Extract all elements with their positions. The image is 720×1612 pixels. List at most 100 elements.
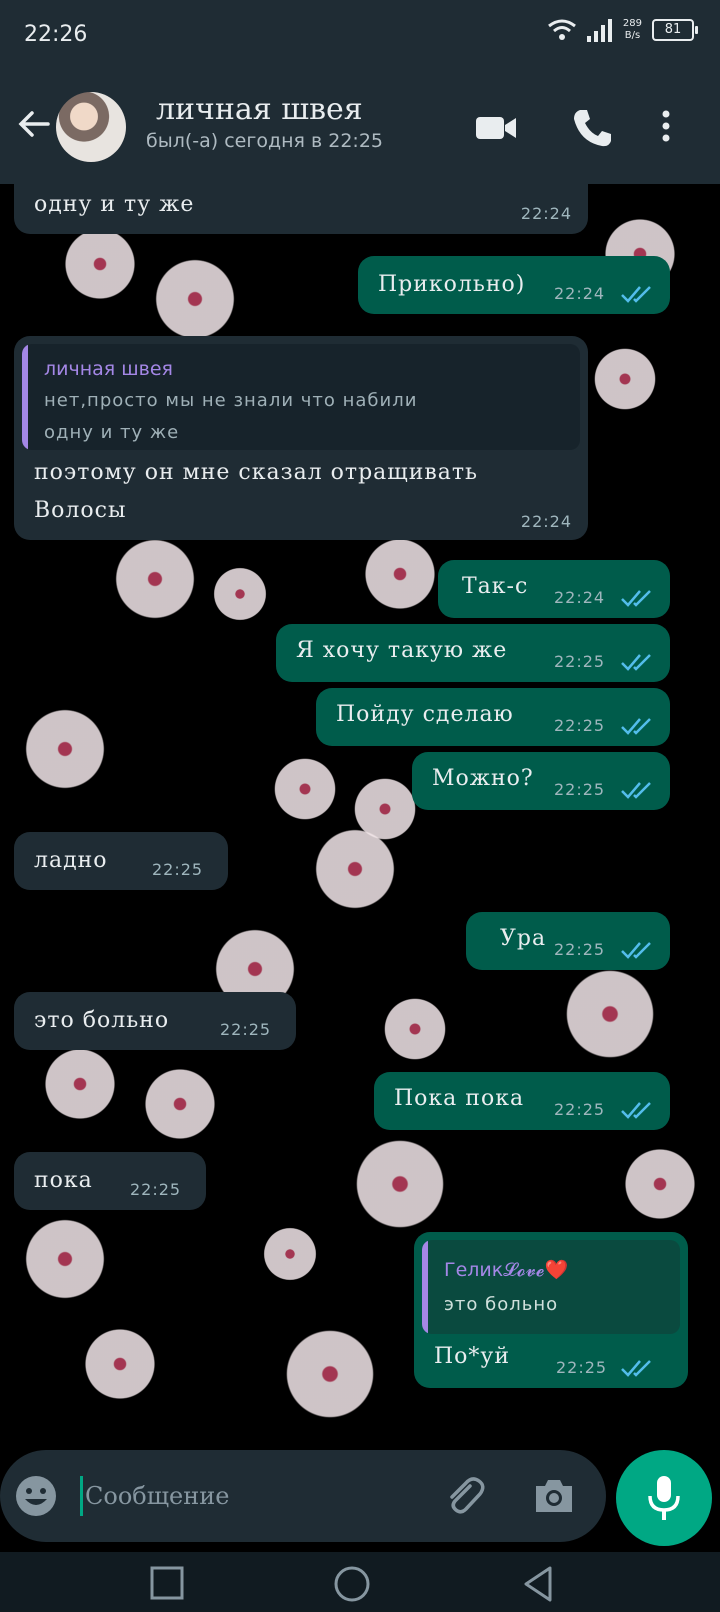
message-time: 22:25 — [220, 1020, 272, 1039]
wallpaper-flower — [20, 704, 110, 794]
video-call-icon[interactable] — [474, 106, 518, 150]
read-ticks-icon — [621, 942, 651, 959]
message-text: Пойду сделаю — [336, 702, 514, 727]
wallpaper-flower — [270, 754, 340, 824]
status-icons: 289 B/s 81 — [547, 18, 698, 42]
contact-last-seen[interactable]: был(-а) сегодня в 22:25 — [146, 130, 383, 152]
message-time: 22:25 — [554, 780, 606, 799]
more-options-icon[interactable] — [656, 106, 676, 150]
message-text: Можно? — [432, 766, 534, 791]
read-ticks-icon — [621, 1102, 651, 1119]
wallpaper-flower — [280, 1324, 380, 1424]
voice-call-icon[interactable] — [570, 106, 614, 150]
wallpaper-flower — [40, 1044, 120, 1124]
message-input[interactable] — [80, 1476, 410, 1516]
message-time: 22:25 — [556, 1358, 608, 1377]
message-time: 22:24 — [520, 512, 572, 531]
back-arrow-icon[interactable] — [14, 104, 54, 144]
wallpaper-flower — [260, 1224, 320, 1284]
message-text: ладно — [34, 848, 108, 873]
quote-accent-bar — [22, 344, 28, 450]
wallpaper-flower — [20, 1214, 110, 1304]
message-time: 22:25 — [152, 860, 204, 879]
wallpaper-flower — [590, 344, 660, 414]
emoji-icon[interactable] — [14, 1474, 58, 1518]
compose-field[interactable] — [0, 1450, 606, 1542]
read-ticks-icon — [621, 1360, 651, 1377]
read-ticks-icon — [621, 654, 651, 671]
contact-avatar[interactable] — [56, 92, 126, 162]
message-time: 22:24 — [520, 204, 572, 223]
wallpaper-flower — [80, 1324, 160, 1404]
message-text: Так-с — [462, 574, 529, 599]
message-incoming[interactable]: пока 22:25 — [14, 1152, 206, 1210]
contact-name[interactable]: личная швея — [156, 92, 363, 127]
chat-area[interactable]: одну и ту же 22:24 Прикольно) 22:24 личн… — [0, 184, 720, 1450]
message-time: 22:25 — [554, 716, 606, 735]
message-time: 22:25 — [554, 652, 606, 671]
wallpaper-flower — [380, 994, 450, 1064]
read-ticks-icon — [621, 782, 651, 799]
message-text: пока — [34, 1168, 93, 1193]
message-text: По*уй — [434, 1344, 511, 1369]
message-text: Пока пока — [394, 1086, 525, 1111]
message-text: Прикольно) — [378, 272, 526, 297]
message-outgoing[interactable]: Пойду сделаю 22:25 — [316, 688, 670, 746]
message-incoming[interactable]: это больно 22:25 — [14, 992, 296, 1050]
message-incoming-reply[interactable]: личная швея нет,просто мы не знали что н… — [14, 336, 588, 540]
quote-author: личная швея — [44, 358, 173, 380]
message-text: Ура — [500, 926, 547, 951]
read-ticks-icon — [621, 286, 651, 303]
read-ticks-icon — [621, 718, 651, 735]
signal-icon — [586, 19, 612, 42]
voice-record-button[interactable] — [616, 1450, 712, 1546]
quote-text: нет,просто мы не знали что набили — [44, 390, 418, 411]
read-ticks-icon — [621, 590, 651, 607]
message-outgoing[interactable]: Ура 22:25 — [466, 912, 670, 970]
message-outgoing[interactable]: Прикольно) 22:24 — [358, 256, 670, 314]
message-time: 22:25 — [554, 1100, 606, 1119]
message-outgoing[interactable]: Пока пока 22:25 — [374, 1072, 670, 1130]
message-outgoing-reply[interactable]: Гелик𝓛𝓸𝓿𝓮❤️ это больно По*уй 22:25 — [414, 1232, 688, 1388]
camera-icon[interactable] — [532, 1474, 576, 1518]
speed-value: 289 — [622, 18, 642, 29]
wallpaper-flower — [150, 254, 240, 344]
status-time: 22:26 — [24, 22, 88, 47]
quoted-message[interactable]: личная швея нет,просто мы не знали что н… — [22, 344, 580, 450]
message-text: одну и ту же — [34, 192, 195, 217]
message-text: Я хочу такую же — [296, 638, 508, 663]
wallpaper-flower — [620, 1144, 700, 1224]
message-time: 22:24 — [554, 284, 606, 303]
chat-header: личная швея был(-а) сегодня в 22:25 — [0, 72, 720, 184]
message-text: это больно — [34, 1008, 170, 1033]
message-outgoing[interactable]: Я хочу такую же 22:25 — [276, 624, 670, 682]
status-bar: 22:26 289 B/s 81 — [0, 0, 720, 72]
wallpaper-flower — [350, 1134, 450, 1234]
compose-bar — [0, 1450, 720, 1550]
message-time: 22:25 — [554, 940, 606, 959]
message-text: поэтому он мне сказал отращивать — [34, 460, 479, 485]
message-incoming[interactable]: одну и ту же 22:24 — [14, 184, 588, 234]
quote-text: это больно — [444, 1294, 559, 1315]
quote-author: Гелик𝓛𝓸𝓿𝓮❤️ — [444, 1259, 569, 1281]
wallpaper-flower — [210, 564, 270, 624]
quoted-message[interactable]: Гелик𝓛𝓸𝓿𝓮❤️ это больно — [422, 1240, 680, 1334]
message-time: 22:25 — [130, 1180, 182, 1199]
microphone-icon — [648, 1476, 680, 1520]
wallpaper-flower — [360, 534, 440, 614]
wallpaper-flower — [310, 824, 400, 914]
speed-unit: B/s — [624, 30, 641, 41]
wifi-icon — [547, 19, 576, 40]
home-icon[interactable] — [332, 1564, 372, 1604]
system-nav-bar — [0, 1552, 720, 1612]
message-outgoing[interactable]: Так-с 22:24 — [438, 560, 670, 618]
paperclip-icon[interactable] — [440, 1472, 488, 1520]
recent-apps-icon[interactable] — [148, 1564, 188, 1604]
message-outgoing[interactable]: Можно? 22:25 — [412, 752, 670, 810]
message-time: 22:24 — [554, 588, 606, 607]
wallpaper-flower — [140, 1064, 220, 1144]
quote-text: одну и ту же — [44, 422, 180, 443]
message-incoming[interactable]: ладно 22:25 — [14, 832, 228, 890]
message-text: Волосы — [34, 498, 127, 523]
back-triangle-icon[interactable] — [518, 1564, 558, 1604]
